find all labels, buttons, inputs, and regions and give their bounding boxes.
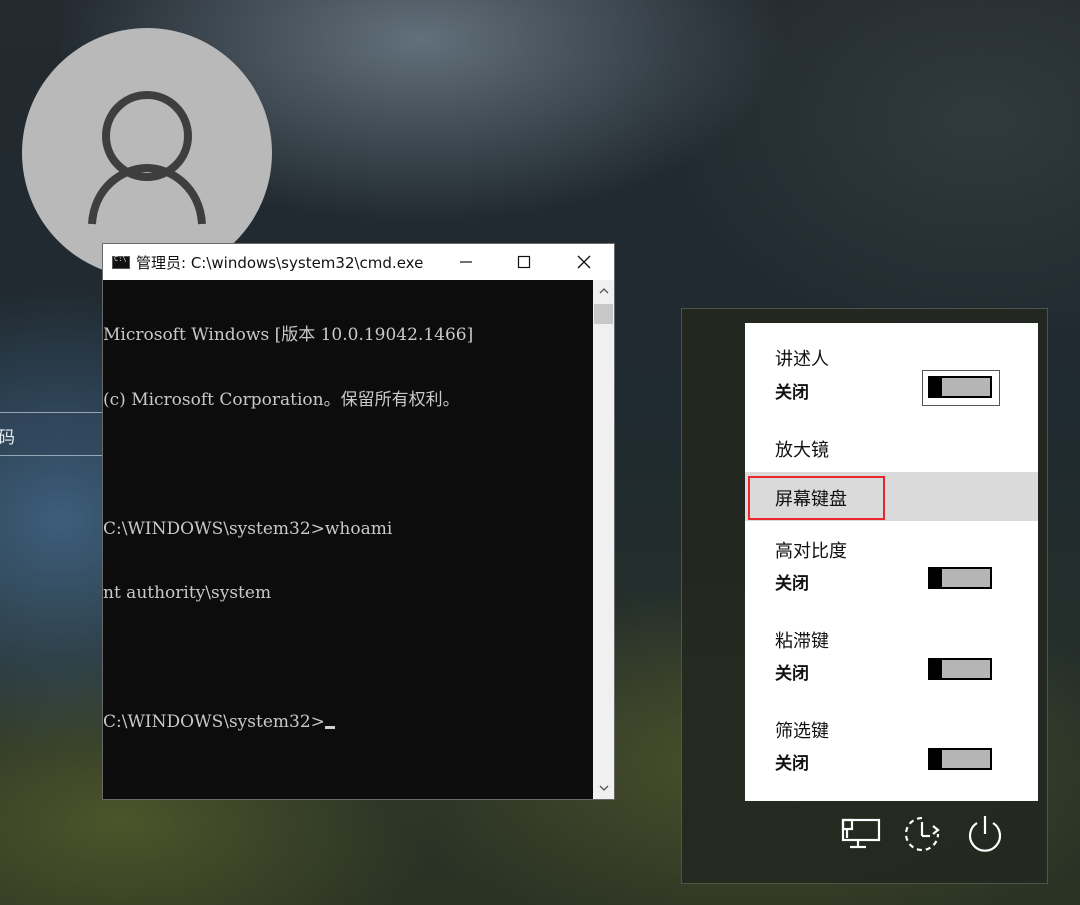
magnifier-item[interactable]: 放大镜 [745, 423, 1038, 472]
high-contrast-toggle[interactable] [928, 567, 992, 589]
cmd-line: C:\WINDOWS\system32>whoami [103, 518, 393, 539]
sticky-keys-toggle[interactable] [928, 658, 992, 680]
cmd-line [103, 454, 593, 476]
cmd-prompt: C:\WINDOWS\system32> [103, 712, 325, 732]
toggle-knob [928, 748, 942, 770]
person-icon [88, 91, 206, 225]
ease-of-access-menu: 讲述人 关闭 放大镜 屏幕键盘 高对比度 关闭 粘滞键 关闭 筛选键 关闭 [745, 323, 1038, 801]
cmd-line: nt authority\system [103, 583, 272, 603]
sticky-keys-label: 粘滞键 [775, 631, 829, 652]
text-cursor [324, 726, 335, 729]
cmd-line [103, 648, 593, 670]
network-button[interactable] [838, 812, 882, 856]
narrator-item[interactable]: 讲述人 关闭 [745, 323, 1038, 423]
filter-keys-item[interactable]: 筛选键 关闭 [745, 701, 1038, 801]
high-contrast-label: 高对比度 [775, 541, 847, 562]
toggle-knob [928, 376, 942, 398]
user-avatar [22, 28, 272, 278]
chevron-up-icon [599, 288, 608, 294]
vertical-scrollbar[interactable] [593, 280, 614, 799]
cmd-line: (c) Microsoft Corporation。保留所有权利。 [103, 389, 460, 410]
maximize-icon [517, 255, 531, 269]
sticky-keys-item[interactable]: 粘滞键 关闭 [745, 611, 1038, 701]
scroll-up-button[interactable] [593, 282, 614, 300]
narrator-label: 讲述人 [775, 349, 829, 370]
toggle-knob [928, 567, 942, 589]
power-button[interactable] [963, 812, 1007, 856]
minimize-button[interactable] [443, 244, 489, 280]
sticky-keys-state: 关闭 [775, 664, 809, 684]
cmd-output[interactable]: Microsoft Windows [版本 10.0.19042.1466] (… [103, 280, 593, 799]
scroll-thumb[interactable] [594, 304, 613, 324]
cmd-titlebar[interactable]: 管理员: C:\windows\system32\cmd.exe [103, 244, 614, 280]
console-icon [112, 255, 130, 269]
high-contrast-item[interactable]: 高对比度 关闭 [745, 521, 1038, 611]
narrator-toggle[interactable] [928, 376, 992, 398]
filter-keys-state: 关闭 [775, 754, 809, 774]
chevron-down-icon [599, 785, 608, 791]
maximize-button[interactable] [501, 244, 547, 280]
close-icon [577, 255, 591, 269]
close-button[interactable] [561, 244, 607, 280]
magnifier-label: 放大镜 [775, 440, 829, 461]
password-field[interactable]: 码 [0, 412, 109, 456]
filter-keys-label: 筛选键 [775, 721, 829, 742]
scroll-down-button[interactable] [593, 779, 614, 797]
cmd-window[interactable]: 管理员: C:\windows\system32\cmd.exe Microso… [102, 243, 615, 800]
minimize-icon [460, 261, 472, 263]
ease-of-access-button[interactable] [900, 812, 944, 856]
ease-of-access-icon [904, 816, 940, 852]
high-contrast-state: 关闭 [775, 574, 809, 594]
cmd-line: Microsoft Windows [版本 10.0.19042.1466] [103, 325, 474, 345]
narrator-state: 关闭 [775, 383, 809, 403]
filter-keys-toggle[interactable] [928, 748, 992, 770]
network-icon [841, 818, 881, 849]
cmd-prompt-line[interactable]: C:\WINDOWS\system32> [103, 712, 593, 734]
highlight-annotation-box [748, 476, 885, 520]
password-placeholder-fragment: 码 [0, 428, 15, 448]
power-icon [968, 816, 1002, 852]
toggle-knob [928, 658, 942, 680]
cmd-title: 管理员: C:\windows\system32\cmd.exe [136, 253, 424, 272]
